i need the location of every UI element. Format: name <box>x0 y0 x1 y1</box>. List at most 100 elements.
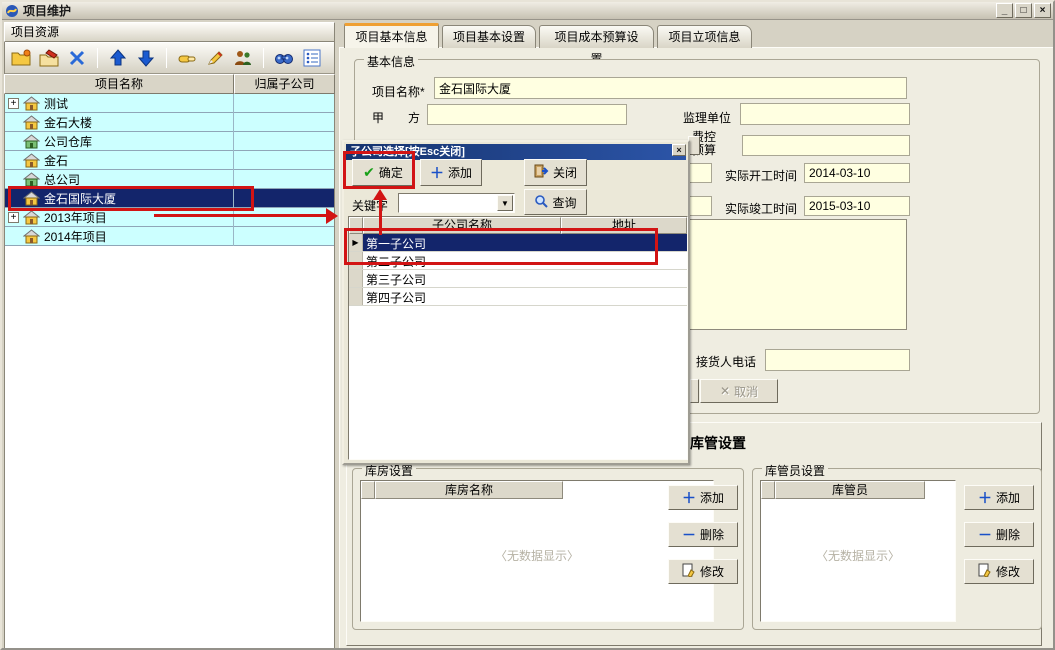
cancel-button[interactable]: ✕ 取消 <box>700 379 778 403</box>
tab-cost-budget-settings[interactable]: 项目成本预算设置 <box>539 25 654 48</box>
tree-row[interactable]: 金石大楼 <box>5 113 334 132</box>
house-icon <box>23 191 40 206</box>
subsidiary-address <box>561 288 687 305</box>
actual-start-label: 实际开工时间 <box>725 167 797 184</box>
window-titlebar[interactable]: 项目维护 _ □ × <box>2 2 1053 20</box>
keepers-modify-button[interactable]: 修改 <box>964 559 1034 584</box>
select-hand-icon[interactable] <box>176 47 198 69</box>
dialog-ok-button[interactable]: ✔ 确定 <box>352 159 414 186</box>
chevron-down-icon[interactable]: ▼ <box>497 195 513 211</box>
close-button[interactable]: × <box>1034 3 1051 18</box>
rooms-table[interactable]: 库房名称 〈无数据显示〉 <box>360 480 714 622</box>
house-icon <box>23 115 40 130</box>
dialog-add-label: 添加 <box>448 164 472 181</box>
maximize-button[interactable]: □ <box>1015 3 1032 18</box>
rooms-column-header[interactable]: 库房名称 <box>375 481 563 499</box>
subsidiary-address <box>561 252 687 269</box>
party-a-input[interactable] <box>427 104 627 125</box>
subsidiary-grid[interactable]: 子公司名称 地址 ▶ 第一子公司 第二子公司 第三子公司 第四子公司 <box>348 216 688 460</box>
keepers-remove-button[interactable]: － 删除 <box>964 522 1034 547</box>
tree-column-divider <box>233 94 234 246</box>
rooms-modify-label: 修改 <box>700 563 724 580</box>
tree-column-name[interactable]: 项目名称 <box>4 74 234 94</box>
keepers-add-button[interactable]: ＋ 添加 <box>964 485 1034 510</box>
edit-folder-icon[interactable] <box>38 47 60 69</box>
tree-row[interactable]: 公司仓库 <box>5 132 334 151</box>
tree-item-label: 2013年项目 <box>44 209 107 226</box>
dialog-close-button[interactable]: 关闭 <box>524 159 587 186</box>
keepers-column-header[interactable]: 库管员 <box>775 481 925 499</box>
users-icon[interactable] <box>232 47 254 69</box>
tree-row[interactable]: 2014年项目 <box>5 227 334 246</box>
subsidiary-row[interactable]: 第四子公司 <box>349 288 687 306</box>
tree-item-label: 金石 <box>44 152 68 169</box>
selector-column-header <box>349 217 363 234</box>
keyword-combobox[interactable]: ▼ <box>398 193 515 213</box>
name-column-header[interactable]: 子公司名称 <box>363 217 561 234</box>
minimize-button[interactable]: _ <box>996 3 1013 18</box>
tab-project-approval-info[interactable]: 项目立项信息 <box>657 25 752 48</box>
tab-project-basic-settings[interactable]: 项目基本设置 <box>442 25 536 48</box>
move-up-icon[interactable] <box>107 47 129 69</box>
tree-row-selected[interactable]: 金石国际大厦 <box>5 189 334 208</box>
tree-item-label: 总公司 <box>44 171 80 188</box>
remark-textarea[interactable] <box>689 219 907 330</box>
expand-icon[interactable]: + <box>8 98 19 109</box>
tree-item-label: 2014年项目 <box>44 228 107 245</box>
house-icon <box>23 210 40 225</box>
find-icon[interactable] <box>273 47 295 69</box>
subsidiary-row[interactable]: 第三子公司 <box>349 270 687 288</box>
basic-info-group-title: 基本信息 <box>364 53 418 70</box>
subsidiary-address <box>561 270 687 287</box>
delete-icon[interactable] <box>66 47 88 69</box>
dialog-titlebar[interactable]: 子公司选择[按Esc关闭] <box>346 144 686 160</box>
tree-item-label: 金石国际大厦 <box>44 190 116 207</box>
toolbar-separator <box>97 48 98 68</box>
subsidiary-row-selected[interactable]: ▶ 第一子公司 <box>349 234 687 252</box>
rooms-selector-header <box>361 481 375 499</box>
rooms-modify-button[interactable]: 修改 <box>668 559 738 584</box>
report-grid-icon[interactable] <box>301 47 323 69</box>
row-selector <box>349 252 363 269</box>
project-name-label: 项目名称* <box>372 83 425 100</box>
row-selector <box>349 270 363 287</box>
keepers-selector-header <box>761 481 775 499</box>
tree-row[interactable]: 总公司 <box>5 170 334 189</box>
keepers-remove-label: 删除 <box>996 526 1020 543</box>
subsidiary-name: 第三子公司 <box>363 270 561 287</box>
left-panel-caption: 项目资源 <box>4 22 335 42</box>
hidden-save-button-fragment <box>690 379 699 403</box>
house-icon <box>23 172 40 187</box>
dialog-close-icon[interactable]: × <box>672 144 686 156</box>
actual-end-input[interactable]: 2015-03-10 <box>804 196 910 216</box>
tree-row[interactable]: + 测试 <box>5 94 334 113</box>
tree-column-subsidiary[interactable]: 归属子公司 <box>234 74 335 94</box>
rooms-remove-button[interactable]: － 删除 <box>668 522 738 547</box>
actual-start-input[interactable]: 2014-03-10 <box>804 163 910 183</box>
dialog-query-button[interactable]: 查询 <box>524 189 587 215</box>
new-folder-icon[interactable] <box>10 47 32 69</box>
tab-project-basic-info[interactable]: 项目基本信息 <box>344 23 439 48</box>
address-column-header[interactable]: 地址 <box>561 217 687 234</box>
check-icon: ✔ <box>363 164 375 181</box>
subsidiary-select-dialog: 子公司选择[按Esc关闭] × ✔ 确定 ＋ 添加 关闭 关键字 ▼ 查询 子公… <box>342 140 690 465</box>
receiver-phone-input[interactable] <box>765 349 910 371</box>
toolbar-separator <box>166 48 167 68</box>
tree-row[interactable]: + 2013年项目 <box>5 208 334 227</box>
edit-pencil-icon[interactable] <box>204 47 226 69</box>
rooms-add-button[interactable]: ＋ 添加 <box>668 485 738 510</box>
move-down-icon[interactable] <box>135 47 157 69</box>
tree-row[interactable]: 金石 <box>5 151 334 170</box>
annotation-arrow-head-right <box>326 208 338 224</box>
supervisor-input[interactable] <box>740 103 910 125</box>
project-name-input[interactable]: 金石国际大厦 <box>434 77 907 99</box>
app-icon <box>5 4 19 18</box>
budget-input[interactable] <box>742 135 910 156</box>
keepers-table[interactable]: 库管员 〈无数据显示〉 <box>760 480 956 622</box>
expand-icon[interactable]: + <box>8 212 19 223</box>
dialog-add-button[interactable]: ＋ 添加 <box>420 159 482 186</box>
subsidiary-row[interactable]: 第二子公司 <box>349 252 687 270</box>
cancel-icon: ✕ <box>720 384 730 398</box>
receiver-phone-label: 接货人电话 <box>696 353 756 370</box>
cancel-button-label: 取消 <box>734 383 758 400</box>
